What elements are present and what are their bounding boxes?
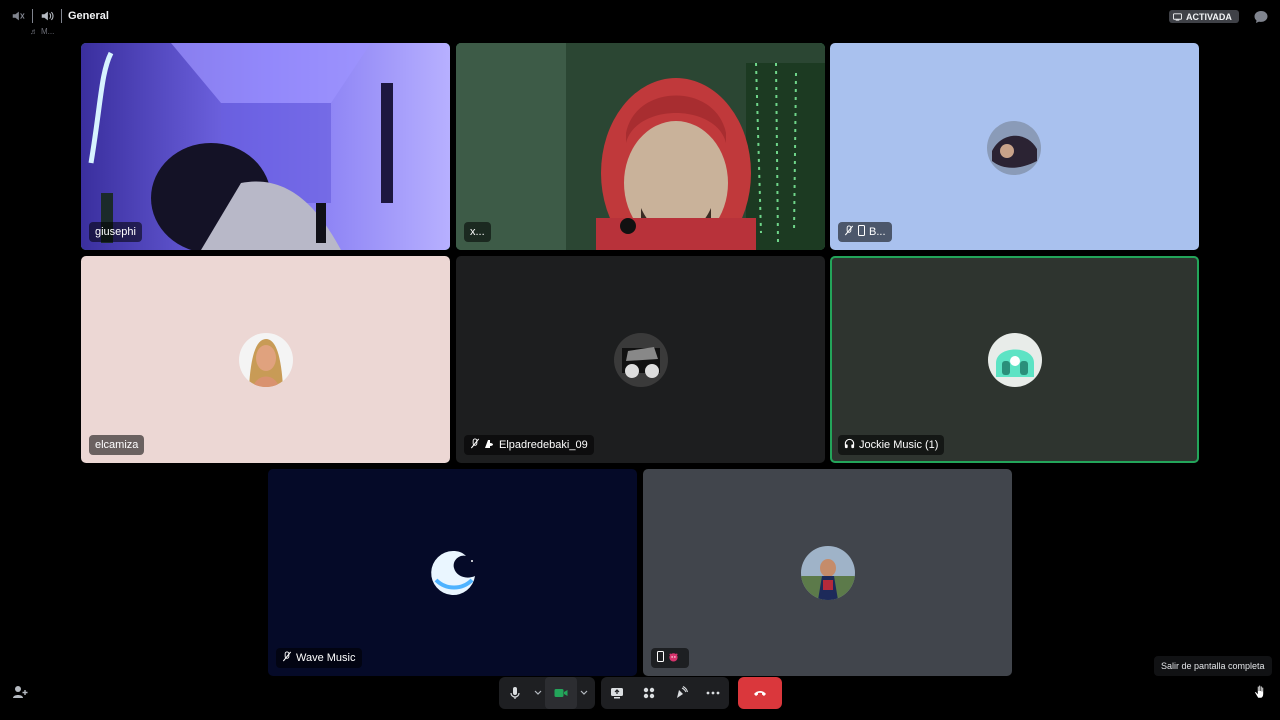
hang-up-icon [754,691,766,696]
muted-mic-icon [470,438,480,452]
participant-name: Wave Music [296,652,356,664]
channel-status: ♬ M... [30,27,54,36]
soundboard-button[interactable] [665,677,697,709]
participant-tile-elpadredebaki[interactable]: Elpadredebaki_09 [456,256,825,463]
activities-button[interactable] [633,677,665,709]
camera-button[interactable] [545,677,577,709]
activities-icon [643,687,655,699]
participant-name: giusephi [95,226,136,238]
participant-name-tag: x... [464,222,491,242]
more-icon [706,691,720,695]
chat-bubble-icon[interactable] [1253,9,1269,30]
video-tile-x[interactable]: x... [456,43,825,250]
participant-name: Jockie Music (1) [859,439,939,451]
camera-options-button[interactable] [577,677,591,709]
webcam-feed [81,43,450,250]
participant-name-tag: elcamiza [89,435,145,455]
participant-tile-elcamiza[interactable]: elcamiza [81,256,450,463]
microphone-options-button[interactable] [531,677,545,709]
avatar [613,332,668,387]
music-note-icon: ♬ [30,27,38,36]
participant-name-tag: B... [838,222,892,242]
tv-icon [1173,12,1182,21]
divider [61,9,62,23]
participant-name: x... [470,226,485,238]
chevron-down-icon [534,690,542,695]
participant-tile-unnamed[interactable] [643,469,1012,676]
participant-name: B... [869,226,886,238]
more-options-button[interactable] [697,677,729,709]
muted-mic-icon [844,225,854,239]
headphones-icon [844,438,855,452]
activity-badge-label: ACTIVADA [1186,11,1232,22]
mobile-icon [858,225,865,239]
microphone-button[interactable] [499,677,531,709]
top-bar: General ♬ M... ACTIVADA [0,0,1280,40]
avatar [800,545,855,600]
voice-channel-icon [39,8,55,24]
devil-emoji-icon [668,651,679,665]
hang-up-button[interactable] [738,677,782,709]
avatar [238,332,293,387]
screen-share-icon [611,688,623,699]
soundboard-icon [677,686,688,698]
participant-name-tag: giusephi [89,222,142,242]
participant-tile-wave-music[interactable]: Wave Music [268,469,637,676]
avatar [987,332,1042,387]
invite-user-icon[interactable] [12,684,28,705]
share-screen-button[interactable] [601,677,633,709]
participant-tile-b[interactable]: B... [830,43,1199,250]
activity-controls [601,677,729,709]
participant-name-tag: Wave Music [276,648,362,668]
tooltip: Salir de pantalla completa [1154,656,1272,676]
participant-name: Elpadredebaki_09 [499,439,588,451]
participant-name-tag: Elpadredebaki_09 [464,435,594,455]
camera-icon [554,689,568,697]
avatar [426,546,480,600]
speaker-muted-icon[interactable] [10,8,26,24]
console-icon [484,439,495,452]
exit-fullscreen-button[interactable] [1252,684,1268,705]
channel-name[interactable]: General [68,10,109,22]
webcam-feed [456,43,825,250]
channel-header: General [10,8,109,24]
chevron-down-icon [580,690,588,695]
hand-cursor-icon [1254,684,1264,699]
avatar [987,121,1041,175]
participant-name-tag [651,648,689,668]
participant-name: elcamiza [95,439,139,451]
media-controls [499,677,595,709]
microphone-icon [510,687,520,699]
video-tile-giusephi[interactable]: giusephi [81,43,450,250]
muted-mic-icon [282,651,292,665]
participant-tile-jockie-music[interactable]: Jockie Music (1) [830,256,1199,463]
participant-name-tag: Jockie Music (1) [838,435,945,455]
tooltip-text: Salir de pantalla completa [1161,661,1265,671]
mobile-icon [657,651,664,665]
channel-status-text: M... [41,27,55,36]
activity-badge[interactable]: ACTIVADA [1169,10,1239,23]
divider [32,9,33,23]
